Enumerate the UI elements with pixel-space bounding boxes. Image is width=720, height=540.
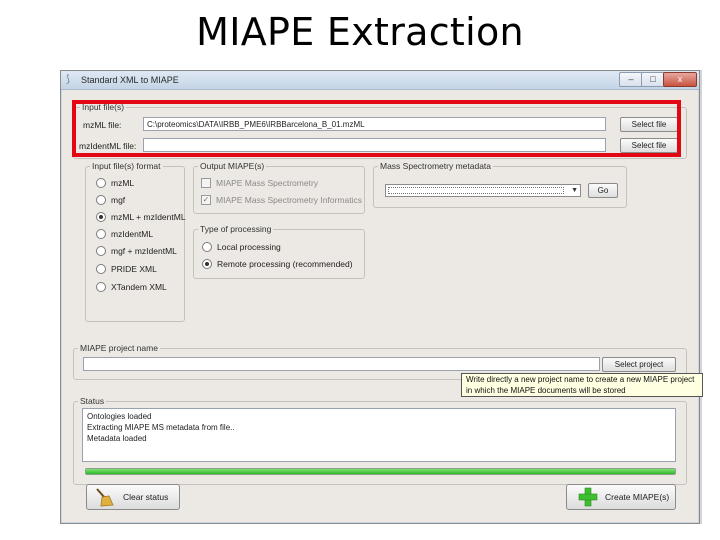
radio-selected-icon <box>96 211 106 222</box>
close-button[interactable]: x <box>663 72 697 87</box>
checkbox-miape-msi[interactable]: ✓ MIAPE Mass Spectrometry Informatics <box>201 194 362 207</box>
radio-icon <box>202 241 212 252</box>
format-option-mzml-mzidentml[interactable]: mzML + mzIdentML <box>96 211 186 224</box>
format-option-mzidentml[interactable]: mzIdentML <box>96 228 153 241</box>
project-name-input[interactable] <box>83 357 600 371</box>
radio-icon <box>96 194 106 205</box>
select-project-button[interactable]: Select project <box>602 357 676 372</box>
processing-group: Type of processing <box>193 224 365 279</box>
ms-metadata-dropdown[interactable]: ▼ <box>385 184 581 197</box>
create-miape-button[interactable]: Create MIAPE(s) <box>566 484 676 510</box>
radio-icon <box>96 177 106 188</box>
status-log: Ontologies loaded Extracting MIAPE MS me… <box>82 408 676 462</box>
slide-title: MIAPE Extraction <box>196 10 524 54</box>
radio-icon <box>96 245 106 256</box>
clear-status-label: Clear status <box>123 492 169 502</box>
processing-label: Type of processing <box>198 224 274 234</box>
format-option-mgf-mzidentml[interactable]: mgf + mzIdentML <box>96 245 177 258</box>
broom-icon <box>96 488 114 507</box>
radio-selected-icon <box>202 258 212 269</box>
progress-fill <box>86 469 675 474</box>
radio-icon <box>96 281 106 292</box>
go-button[interactable]: Go <box>588 183 618 198</box>
status-line: Metadata loaded <box>87 434 147 443</box>
ms-metadata-label: Mass Spectrometry metadata <box>378 161 494 171</box>
window-edge <box>700 70 702 524</box>
title-bar[interactable]: ⟆ Standard XML to MIAPE – □ x <box>61 71 699 90</box>
maximize-button[interactable]: □ <box>641 72 665 87</box>
local-processing-option[interactable]: Local processing <box>202 241 281 254</box>
status-label: Status <box>78 396 107 406</box>
format-option-pride-xml[interactable]: PRIDE XML <box>96 263 157 276</box>
create-miape-label: Create MIAPE(s) <box>605 492 670 502</box>
checkmark-icon: ✓ <box>201 194 211 205</box>
status-line: Ontologies loaded <box>87 412 152 421</box>
format-option-mgf[interactable]: mgf <box>96 194 125 207</box>
progress-bar <box>85 468 676 475</box>
clear-status-button[interactable]: Clear status <box>86 484 180 510</box>
dropdown-focus-rect <box>388 187 564 194</box>
highlight-box <box>72 100 681 157</box>
checkbox-icon <box>201 177 211 188</box>
chevron-down-icon: ▼ <box>571 187 578 194</box>
radio-icon <box>96 263 106 274</box>
status-line: Extracting MIAPE MS metadata from file.. <box>87 423 235 432</box>
app-icon: ⟆ <box>66 74 70 85</box>
checkbox-miape-ms[interactable]: MIAPE Mass Spectrometry <box>201 177 318 190</box>
radio-icon <box>96 228 106 239</box>
project-label: MIAPE project name <box>78 343 160 353</box>
green-plus-icon <box>578 487 598 507</box>
window-title: Standard XML to MIAPE <box>81 75 179 85</box>
minimize-button[interactable]: – <box>619 72 643 87</box>
project-tooltip: Write directly a new project name to cre… <box>461 373 703 397</box>
format-option-mzml[interactable]: mzML <box>96 177 134 190</box>
remote-processing-option[interactable]: Remote processing (recommended) <box>202 258 353 271</box>
input-format-label: Input file(s) format <box>90 161 163 171</box>
output-miape-label: Output MIAPE(s) <box>198 161 267 171</box>
format-option-xtandem-xml[interactable]: XTandem XML <box>96 281 167 294</box>
